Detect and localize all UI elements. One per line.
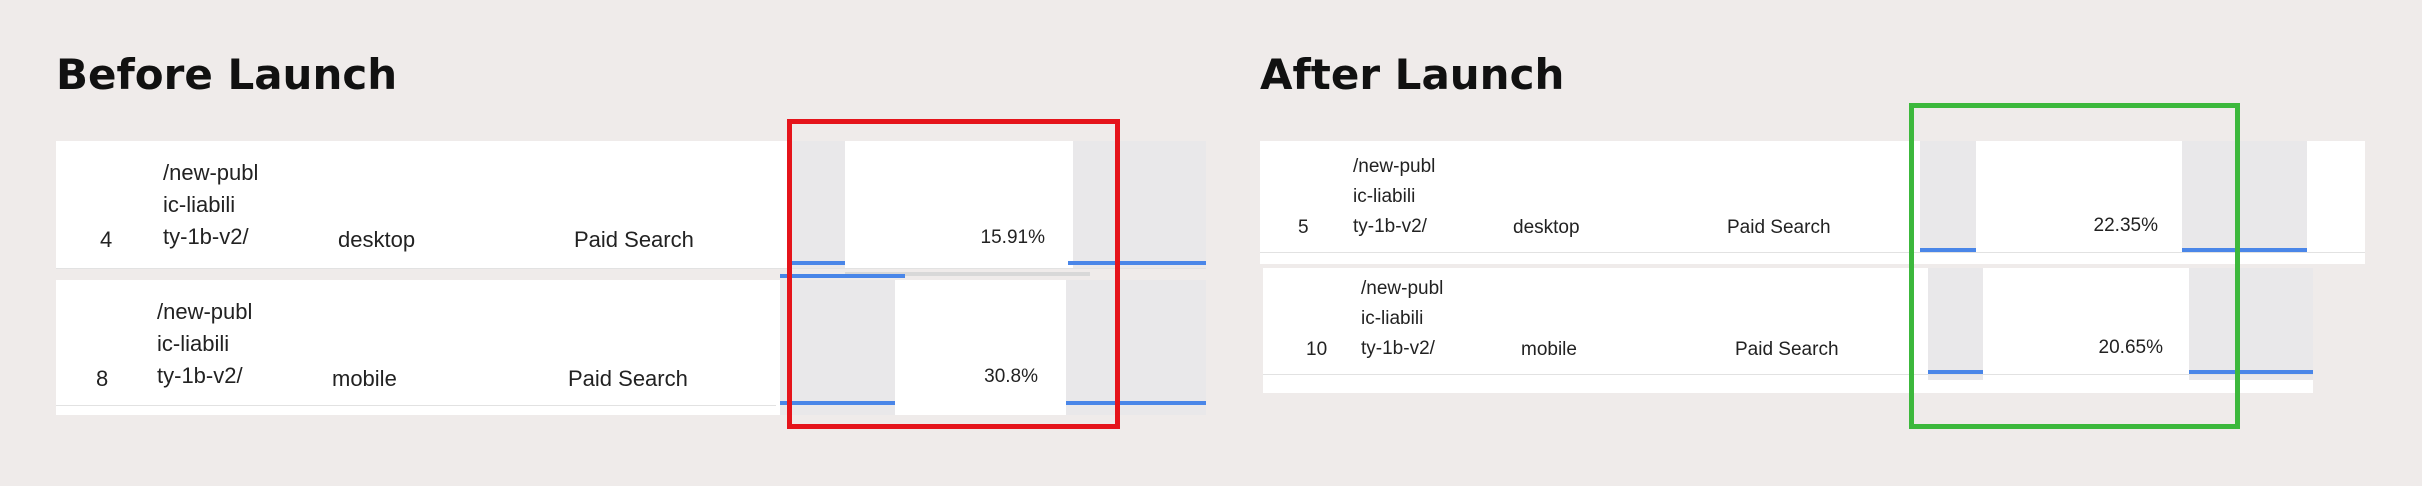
device-cell: mobile <box>1521 339 1577 360</box>
rank-cell: 5 <box>1298 217 1309 238</box>
before-highlight-box <box>787 119 1120 429</box>
channel-cell: Paid Search <box>1727 217 1831 238</box>
channel-cell: Paid Search <box>574 227 694 252</box>
before-launch-title: Before Launch <box>56 50 398 99</box>
after-highlight-box <box>1909 103 2240 429</box>
after-launch-title: After Launch <box>1260 50 1565 99</box>
device-cell: desktop <box>1513 217 1580 238</box>
divider <box>56 405 776 406</box>
page-path-cell: /new-publ ic-liabili ty-1b-v2/ <box>157 299 253 388</box>
channel-cell: Paid Search <box>568 366 688 391</box>
rank-cell: 8 <box>96 366 109 391</box>
page-path-cell: /new-publ ic-liabili ty-1b-v2/ <box>163 160 259 249</box>
rank-cell: 4 <box>100 227 113 252</box>
rank-cell: 10 <box>1306 339 1328 360</box>
device-cell: mobile <box>332 366 397 391</box>
channel-cell: Paid Search <box>1735 339 1839 360</box>
device-cell: desktop <box>338 227 416 252</box>
page-path-cell: /new-publ ic-liabili ty-1b-v2/ <box>1353 156 1436 237</box>
page-path-cell: /new-publ ic-liabili ty-1b-v2/ <box>1361 278 1444 359</box>
